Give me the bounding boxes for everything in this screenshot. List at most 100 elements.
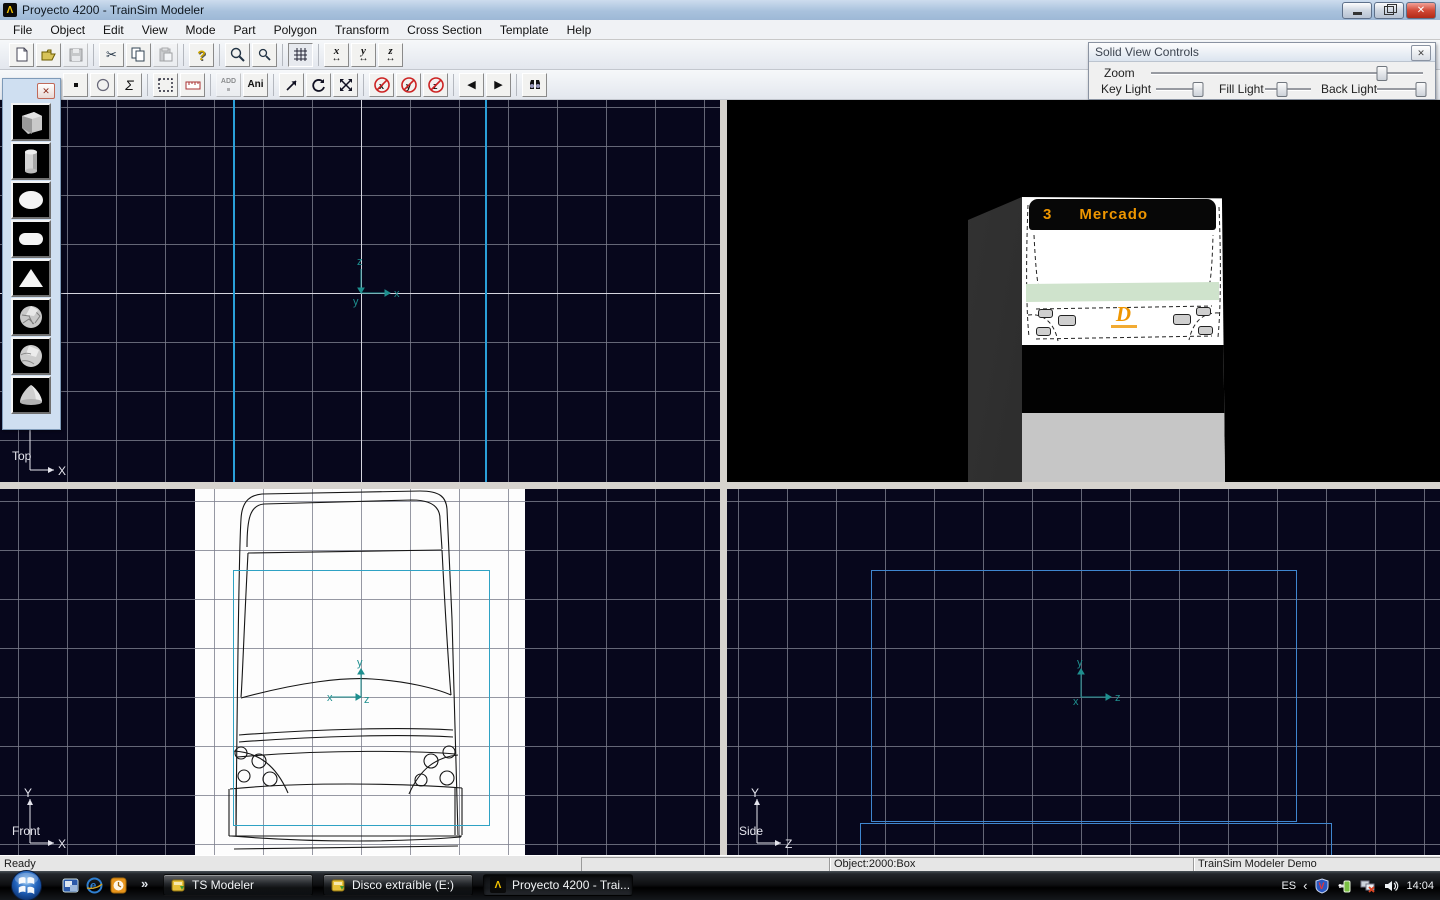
panel-close-button[interactable]: ✕ bbox=[1411, 45, 1431, 61]
cross-section-button[interactable]: Σ bbox=[117, 73, 142, 97]
antivirus-shield-icon[interactable]: V bbox=[1314, 878, 1330, 894]
menu-bar: File Object Edit View Mode Part Polygon … bbox=[0, 20, 1440, 40]
tray-chevron[interactable]: ‹ bbox=[1303, 878, 1307, 893]
cut-button[interactable]: ✂ bbox=[99, 43, 124, 67]
viewport-side[interactable]: y x z Y Side Z bbox=[727, 489, 1440, 855]
fill-light-thumb[interactable] bbox=[1277, 82, 1288, 97]
headlight bbox=[1038, 309, 1053, 318]
rotate-button[interactable] bbox=[306, 73, 331, 97]
tray-clock[interactable]: 14:04 bbox=[1406, 880, 1434, 892]
selection-box[interactable] bbox=[233, 570, 490, 826]
viewport-solid-3d[interactable]: 3 Mercado D bbox=[727, 100, 1440, 482]
headlight bbox=[1058, 315, 1076, 326]
ruler-button[interactable] bbox=[180, 73, 205, 97]
taskbar-button-disco-extraible[interactable]: Disco extraíble (E:) bbox=[323, 874, 473, 896]
menu-cross-section[interactable]: Cross Section bbox=[398, 21, 491, 39]
shape-tool-geosphere[interactable] bbox=[11, 298, 51, 336]
tray-language[interactable]: ES bbox=[1281, 880, 1296, 892]
prev-button[interactable]: ◀ bbox=[459, 73, 484, 97]
lock-z-button[interactable]: z bbox=[423, 73, 448, 97]
grid-toggle-button[interactable] bbox=[288, 43, 313, 67]
zoom-in-button[interactable] bbox=[225, 43, 250, 67]
viewport-front[interactable]: x y z Y Front X bbox=[0, 489, 720, 855]
shape-tool-ball[interactable] bbox=[11, 337, 51, 375]
panel-title[interactable]: Solid View Controls bbox=[1089, 43, 1435, 62]
shape-tool-dome[interactable] bbox=[11, 376, 51, 414]
taskbar-button-proyecto-4200[interactable]: Λ Proyecto 4200 - Trai... bbox=[483, 874, 633, 896]
add-icon: ADD bbox=[221, 78, 236, 91]
save-icon bbox=[69, 48, 83, 62]
z-axis-button[interactable]: z↔ bbox=[378, 43, 403, 67]
destination-sign: 3 Mercado bbox=[1029, 199, 1216, 230]
key-light-label: Key Light bbox=[1101, 82, 1151, 96]
quick-launch-overflow[interactable]: » bbox=[141, 876, 148, 891]
scale-button[interactable] bbox=[333, 73, 358, 97]
shape-tool-cylinder[interactable] bbox=[11, 142, 51, 180]
back-light-thumb[interactable] bbox=[1415, 82, 1426, 97]
circle-button[interactable] bbox=[90, 73, 115, 97]
shape-tool-sphere[interactable] bbox=[11, 181, 51, 219]
shape-tool-cone[interactable] bbox=[11, 259, 51, 297]
copy-button[interactable] bbox=[126, 43, 151, 67]
construction-line bbox=[485, 100, 487, 482]
menu-mode[interactable]: Mode bbox=[177, 21, 225, 39]
palette-close-button[interactable]: ✕ bbox=[37, 83, 55, 99]
title-bar[interactable]: Λ Proyecto 4200 - TrainSim Modeler ✕ bbox=[0, 0, 1440, 21]
y-axis-button[interactable]: y↔ bbox=[351, 43, 376, 67]
lock-y-button[interactable]: y bbox=[396, 73, 421, 97]
lock-x-button[interactable]: x bbox=[369, 73, 394, 97]
internet-explorer-icon[interactable]: e bbox=[86, 877, 103, 894]
open-button[interactable] bbox=[36, 43, 61, 67]
box-wireframe[interactable] bbox=[871, 570, 1297, 822]
menu-polygon[interactable]: Polygon bbox=[265, 21, 326, 39]
x-axis-button[interactable]: x↔ bbox=[324, 43, 349, 67]
lock-y-icon: y bbox=[401, 77, 417, 93]
zoom-label: Zoom bbox=[1104, 66, 1135, 80]
key-light-slider[interactable] bbox=[1156, 88, 1202, 91]
menu-object[interactable]: Object bbox=[41, 21, 94, 39]
find-button[interactable] bbox=[522, 73, 547, 97]
fill-light-label: Fill Light bbox=[1219, 82, 1264, 96]
volume-icon[interactable] bbox=[1383, 878, 1399, 894]
vertical-splitter[interactable] bbox=[720, 100, 727, 855]
zoom-out-button[interactable] bbox=[252, 43, 277, 67]
back-light-slider[interactable] bbox=[1377, 88, 1423, 91]
fill-light-slider[interactable] bbox=[1265, 88, 1311, 91]
shape-tool-box[interactable] bbox=[11, 103, 51, 141]
power-plug-icon[interactable] bbox=[1337, 878, 1353, 894]
close-button[interactable]: ✕ bbox=[1406, 2, 1436, 19]
media-clock-icon[interactable] bbox=[110, 877, 127, 894]
zoom-slider[interactable] bbox=[1151, 72, 1423, 75]
destination-text: Mercado bbox=[1079, 206, 1148, 223]
menu-template[interactable]: Template bbox=[491, 21, 558, 39]
zoom-slider-thumb[interactable] bbox=[1377, 66, 1388, 81]
menu-view[interactable]: View bbox=[133, 21, 177, 39]
new-button[interactable] bbox=[9, 43, 34, 67]
network-status-icon[interactable] bbox=[1360, 878, 1376, 894]
menu-part[interactable]: Part bbox=[225, 21, 265, 39]
point-button[interactable] bbox=[63, 73, 88, 97]
key-light-thumb[interactable] bbox=[1193, 82, 1204, 97]
select-rect-button[interactable] bbox=[153, 73, 178, 97]
removable-disk-icon bbox=[330, 877, 346, 893]
menu-help[interactable]: Help bbox=[558, 21, 601, 39]
save-button[interactable] bbox=[63, 43, 88, 67]
taskbar-button-ts-modeler[interactable]: TS Modeler bbox=[163, 874, 313, 896]
ani-button[interactable]: Ani bbox=[243, 73, 268, 97]
menu-transform[interactable]: Transform bbox=[326, 21, 398, 39]
horizontal-splitter[interactable] bbox=[0, 482, 1440, 489]
menu-edit[interactable]: Edit bbox=[94, 21, 133, 39]
show-desktop-icon[interactable] bbox=[62, 877, 79, 894]
window-title: Proyecto 4200 - TrainSim Modeler bbox=[22, 3, 204, 17]
paste-button[interactable] bbox=[153, 43, 178, 67]
minimize-button[interactable] bbox=[1342, 2, 1372, 19]
restore-button[interactable] bbox=[1374, 2, 1404, 19]
move-button[interactable] bbox=[279, 73, 304, 97]
menu-file[interactable]: File bbox=[4, 21, 41, 39]
start-button[interactable] bbox=[10, 869, 43, 900]
shape-tool-capsule[interactable] bbox=[11, 220, 51, 258]
next-button[interactable]: ▶ bbox=[486, 73, 511, 97]
help-button[interactable]: ? bbox=[189, 43, 214, 67]
add-button[interactable]: ADD bbox=[216, 73, 241, 97]
viewport-top[interactable]: z y x Top X bbox=[0, 100, 720, 482]
